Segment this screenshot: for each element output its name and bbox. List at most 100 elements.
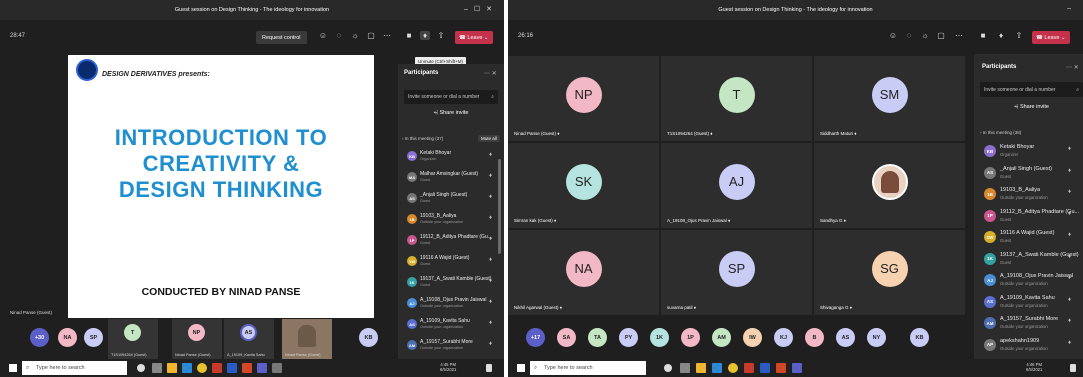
- mic-muted-icon[interactable]: ♦: [420, 31, 430, 40]
- strip-avatar[interactable]: AS: [836, 328, 855, 347]
- powerpoint-icon[interactable]: [776, 363, 786, 373]
- teams-icon[interactable]: [257, 363, 267, 373]
- share-tray-icon[interactable]: ⇧: [436, 31, 446, 40]
- task-view-icon[interactable]: [680, 363, 690, 373]
- app-icon[interactable]: [272, 363, 282, 373]
- camera-icon[interactable]: ■: [404, 31, 414, 40]
- mic-muted-icon[interactable]: ♦: [489, 299, 492, 305]
- cortana-icon[interactable]: [137, 364, 145, 372]
- strip-avatar[interactable]: PY: [619, 328, 638, 347]
- chrome-icon[interactable]: [197, 363, 207, 373]
- taskbar-clock[interactable]: 4:45 PM 6/5/2021: [440, 362, 456, 372]
- mic-muted-icon[interactable]: ♦: [489, 152, 492, 158]
- participant-row[interactable]: AM A_19157_Surabhi More Outside your organ…: [398, 337, 504, 357]
- chat-icon[interactable]: ◌: [904, 31, 914, 40]
- close-icon[interactable]: ⋯ ✕: [484, 70, 497, 77]
- strip-video-tile[interactable]: AS A_19109_Kavita Sahu: [224, 319, 274, 359]
- strip-avatar[interactable]: IW: [743, 328, 762, 347]
- close-icon[interactable]: ⋯ ✕: [1066, 64, 1079, 71]
- share-invite-button[interactable]: ⩤ Share invite: [404, 110, 498, 117]
- strip-avatar[interactable]: SA: [557, 328, 576, 347]
- window-controls[interactable]: –☐✕: [464, 5, 498, 13]
- participant-row[interactable]: 1W 19116 A Wajid (Guest) Guest ♦: [398, 253, 504, 273]
- video-tile[interactable]: T T1S1094264 (Guest) ♦: [661, 56, 812, 141]
- cortana-icon[interactable]: [664, 364, 672, 372]
- mic-muted-icon[interactable]: ♦: [489, 194, 492, 200]
- rooms-icon[interactable]: ▢: [936, 31, 946, 40]
- mute-all-button[interactable]: Mute all: [478, 135, 500, 142]
- task-view-icon[interactable]: [152, 363, 162, 373]
- mic-muted-icon[interactable]: ♦: [1068, 146, 1071, 152]
- video-tile[interactable]: AJ A_19108_Ojus Pravin Jaiswal ♦: [661, 143, 812, 228]
- mic-muted-icon[interactable]: ♦: [1068, 275, 1071, 281]
- strip-avatar[interactable]: +17: [526, 328, 545, 347]
- strip-avatar[interactable]: SP: [84, 328, 103, 347]
- strip-avatar[interactable]: TA: [588, 328, 607, 347]
- in-meeting-heading[interactable]: › In this meeting (38): [980, 130, 1021, 135]
- participant-row[interactable]: 1B 19103_B_Aaliya Outside your organizatio…: [398, 211, 504, 231]
- strip-avatar[interactable]: AM: [712, 328, 731, 347]
- chrome-icon[interactable]: [728, 363, 738, 373]
- participant-row[interactable]: AM A_19157_Surabhi More Outside your organ…: [974, 314, 1083, 334]
- share-tray-icon[interactable]: ⇧: [1014, 31, 1024, 40]
- strip-avatar[interactable]: +30: [30, 328, 49, 347]
- window-controls[interactable]: –: [1067, 5, 1077, 12]
- mic-muted-icon[interactable]: ♦: [489, 341, 492, 347]
- in-meeting-heading[interactable]: › In this meeting (37): [402, 136, 443, 141]
- strip-avatar[interactable]: KB: [359, 328, 378, 347]
- strip-video-tile[interactable]: NP Ninad Panse (Guest): [172, 319, 222, 359]
- participant-row[interactable]: KB Ketaki Bhoyar Organizer ♦: [398, 148, 504, 168]
- participant-row[interactable]: AJ A_19108_Ojus Pravin Jaiswal Outside you…: [398, 295, 504, 315]
- windows-start-icon[interactable]: [9, 364, 17, 372]
- participant-row[interactable]: AS A_19109_Kavita Sahu Outside your organi…: [398, 316, 504, 336]
- taskbar-search-input[interactable]: ⌕ Type here to search: [22, 361, 127, 375]
- rooms-icon[interactable]: ▢: [366, 31, 376, 40]
- more-actions-icon[interactable]: ⋯: [382, 31, 392, 40]
- video-tile[interactable]: Sandhya G ♦: [814, 143, 965, 228]
- strip-video-tile[interactable]: T T1S1094264 (Guest): [108, 319, 158, 359]
- acrobat-icon[interactable]: [212, 363, 222, 373]
- reactions-icon[interactable]: ☼: [350, 31, 360, 40]
- strip-avatar[interactable]: KJ: [774, 328, 793, 347]
- strip-video-tile[interactable]: Ninad Panse (Guest): [282, 319, 332, 359]
- windows-start-icon[interactable]: [517, 364, 525, 372]
- mic-muted-icon[interactable]: ♦: [489, 257, 492, 263]
- invite-input[interactable]: Invite someone or dial a number ⌕: [980, 82, 1083, 97]
- video-tile[interactable]: NP Ninad Panse (Guest) ♦: [508, 56, 659, 141]
- participant-row[interactable]: 1K 19137_A_Swati Kamble (Guest) Guest ♦: [974, 250, 1083, 270]
- mic-muted-icon[interactable]: ♦: [1068, 211, 1071, 217]
- participant-row[interactable]: MA Malhar Amsingkar (Guest) Guest ♦: [398, 169, 504, 189]
- participants-icon[interactable]: ☺: [318, 31, 328, 40]
- camera-icon[interactable]: ■: [978, 31, 988, 40]
- strip-avatar[interactable]: 1K: [650, 328, 669, 347]
- participant-row[interactable]: 1P 19112_B_Aditya Phadtare (Gu... Guest ♦: [398, 232, 504, 252]
- participant-row[interactable]: AJ A_19108_Ojus Pravin Jaiswal Outside you…: [974, 271, 1083, 291]
- store-icon[interactable]: [712, 363, 722, 373]
- strip-avatar[interactable]: B: [805, 328, 824, 347]
- strip-avatar[interactable]: 1P: [681, 328, 700, 347]
- participant-row[interactable]: AS _Anjali Singh (Guest) Guest ♦: [398, 190, 504, 210]
- mic-muted-icon[interactable]: ♦: [489, 320, 492, 326]
- mic-muted-icon[interactable]: ♦: [1068, 168, 1071, 174]
- mic-muted-icon[interactable]: ♦: [1068, 340, 1071, 346]
- mic-muted-icon[interactable]: ♦: [489, 173, 492, 179]
- mic-muted-icon[interactable]: ♦: [489, 236, 492, 242]
- word-icon[interactable]: [760, 363, 770, 373]
- acrobat-icon[interactable]: [744, 363, 754, 373]
- mic-muted-icon[interactable]: ♦: [1068, 254, 1071, 260]
- taskbar-clock[interactable]: 4:46 PM 6/5/2021: [1026, 362, 1042, 372]
- more-actions-icon[interactable]: ⋯: [954, 31, 964, 40]
- video-tile[interactable]: NA Nikhil Agarwal (Guest) ♦: [508, 230, 659, 315]
- participant-row[interactable]: KB Ketaki Bhoyar Organizer ♦: [974, 142, 1083, 162]
- file-explorer-icon[interactable]: [167, 363, 177, 373]
- powerpoint-icon[interactable]: [242, 363, 252, 373]
- mic-muted-icon[interactable]: ♦: [1068, 189, 1071, 195]
- reactions-icon[interactable]: ☼: [920, 31, 930, 40]
- participant-row[interactable]: 1K 19137_A_Swati Kamble (Guest) Guest ♦: [398, 274, 504, 294]
- chat-icon[interactable]: ◌: [334, 31, 344, 40]
- participant-row[interactable]: AS _Anjali Singh (Guest) Guest ♦: [974, 164, 1083, 184]
- video-tile[interactable]: SP suvarna patil ♦: [661, 230, 812, 315]
- teams-icon[interactable]: [792, 363, 802, 373]
- participant-row[interactable]: AP apekshahn1909 Outside your organization…: [974, 336, 1083, 356]
- participant-row[interactable]: 1W 19116 A Wajid (Guest) Guest ♦: [974, 228, 1083, 248]
